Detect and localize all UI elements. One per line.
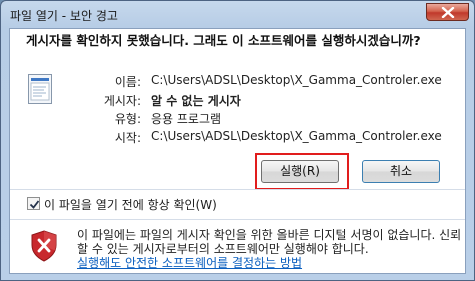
dialog-headline: 게시자를 확인하지 못했습니다. 그래도 이 소프트웨어를 실행하시겠습니까? <box>26 33 421 48</box>
security-warning-dialog: 파일 열기 - 보안 경고 게시자를 확인하지 못했습니다. 그래도 이 소프트… <box>0 0 475 281</box>
title-bar[interactable]: 파일 열기 - 보안 경고 <box>1 1 474 27</box>
application-file-icon <box>28 74 52 104</box>
divider <box>10 219 465 220</box>
window-title: 파일 열기 - 보안 경고 <box>10 9 118 23</box>
run-button[interactable]: 실행(R) <box>261 160 339 183</box>
publisher-value: 알 수 없는 게시자 <box>151 94 241 108</box>
help-link[interactable]: 실행해도 안전한 소프트웨어를 결정하는 방법 <box>77 256 302 270</box>
name-value: C:\Users\ADSL\Desktop\X_Gamma_Controler.… <box>151 73 442 87</box>
close-icon <box>441 7 455 18</box>
from-value: C:\Users\ADSL\Desktop\X_Gamma_Controler.… <box>151 129 442 143</box>
dialog-content: 게시자를 확인하지 못했습니다. 그래도 이 소프트웨어를 실행하시겠습니까? … <box>9 28 466 274</box>
close-button[interactable] <box>426 3 469 21</box>
always-ask-checkbox[interactable] <box>27 197 40 210</box>
always-ask-label: 이 파일을 열기 전에 항상 확인(W) <box>44 198 217 212</box>
from-label: 시작: <box>114 131 141 145</box>
checkmark-icon <box>29 200 40 209</box>
warning-text: 이 파일에는 파일의 게시자 확인을 위한 올바른 디지털 서명이 없습니다. … <box>77 228 462 256</box>
name-label: 이름: <box>114 75 141 89</box>
type-label: 유형: <box>114 112 141 126</box>
warning-message: 이 파일에는 파일의 게시자 확인을 위한 올바른 디지털 서명이 없습니다. … <box>77 228 462 270</box>
publisher-label: 게시자: <box>103 94 141 108</box>
cancel-button[interactable]: 취소 <box>362 160 440 183</box>
security-shield-icon <box>31 230 57 262</box>
divider <box>10 189 465 190</box>
type-value: 응용 프로그램 <box>151 112 222 126</box>
